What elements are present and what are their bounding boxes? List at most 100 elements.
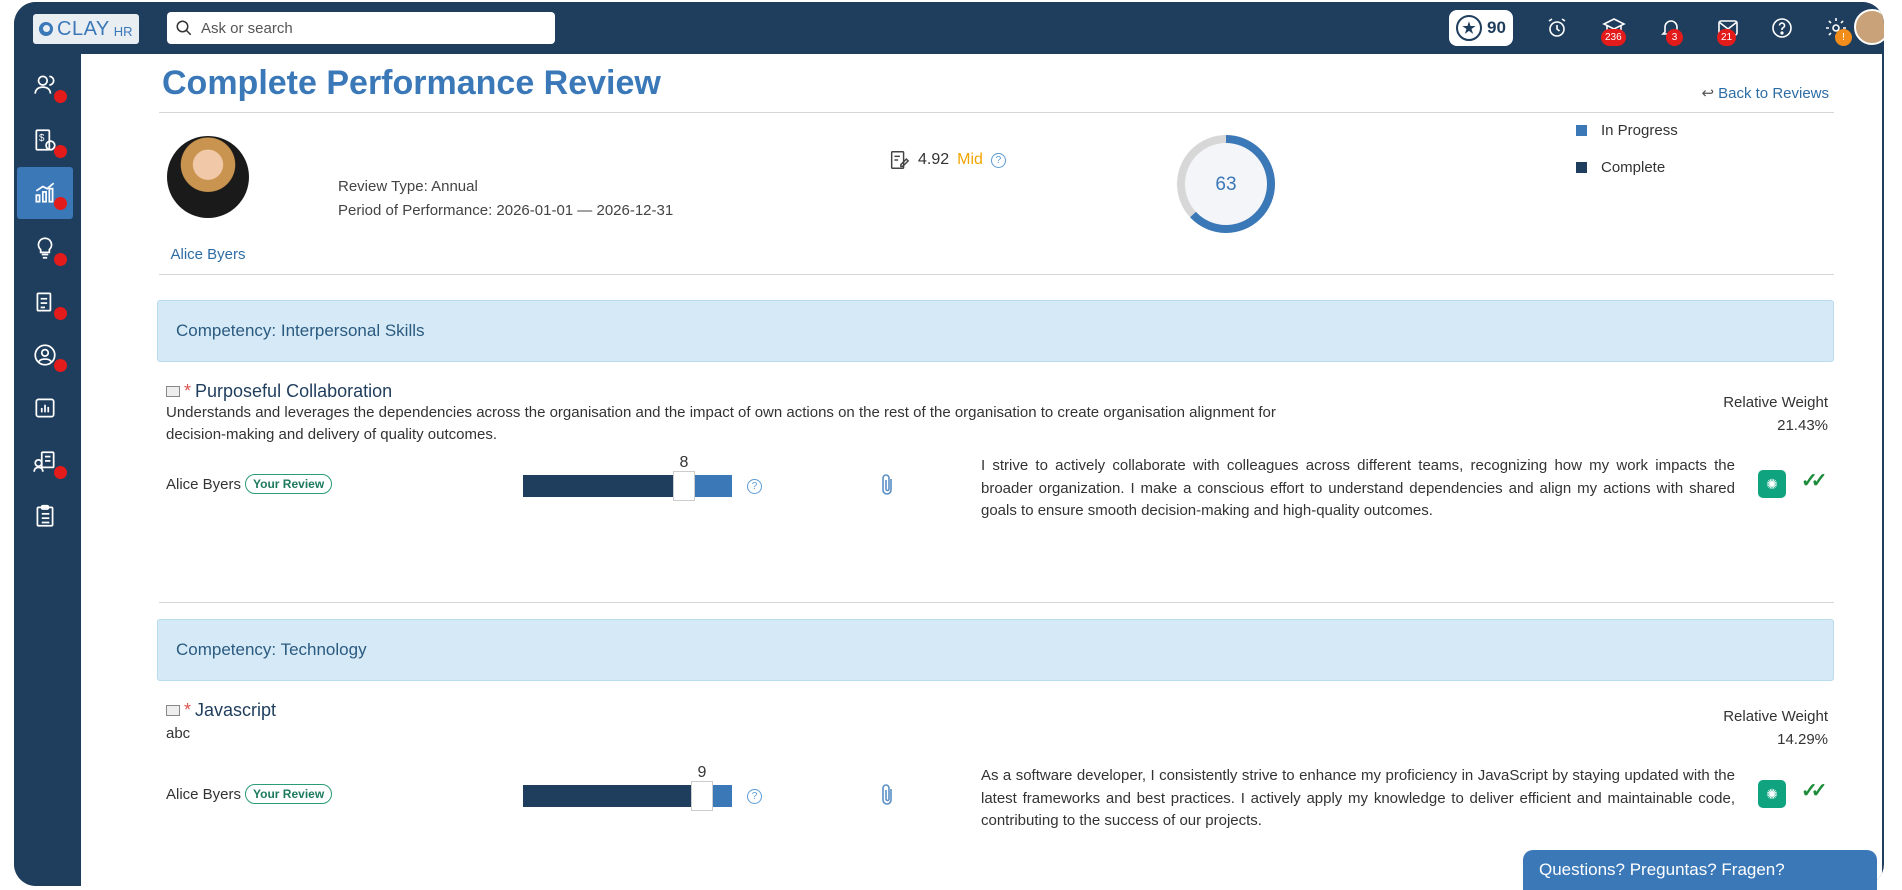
required-marker: *: [184, 381, 192, 401]
sidebar-dot: [54, 359, 67, 372]
logo-suffix: HR: [113, 23, 133, 39]
kpi-title: * Purposeful Collaboration: [166, 381, 392, 402]
relative-weight: Relative Weight 21.43%: [1723, 391, 1828, 437]
sidebar-dot: [54, 90, 67, 103]
checklist-icon[interactable]: [17, 490, 73, 542]
kpi-name: Purposeful Collaboration: [195, 381, 393, 401]
reviewer: Alice Byers Your Review: [166, 784, 333, 804]
divider: [159, 602, 1834, 603]
review-comment: As a software developer, I consistently …: [981, 767, 1735, 829]
slider-fill: [523, 475, 684, 497]
divider: [159, 112, 1834, 113]
back-arrow-icon: ↩: [1701, 85, 1715, 102]
kpi-name: Javascript: [195, 700, 277, 720]
slider-thumb[interactable]: [673, 471, 695, 501]
legend-complete-label: Complete: [1601, 159, 1666, 176]
top-bar: CLAY HR ★ 90 236 3 21: [14, 2, 1884, 54]
kpi-title: * Javascript: [166, 700, 276, 721]
review-type: Review Type: Annual: [338, 178, 478, 195]
legend-swatch: [1576, 125, 1587, 136]
ai-assist-icon[interactable]: ✺: [1758, 470, 1786, 498]
rating-slider[interactable]: [523, 781, 732, 811]
sidebar-dot: [54, 197, 67, 210]
edit-document-icon: [890, 151, 910, 169]
page-title: Complete Performance Review: [162, 64, 661, 102]
legend-in-progress: In Progress: [1576, 122, 1678, 139]
people-icon[interactable]: [17, 59, 73, 111]
help-icon[interactable]: [1768, 14, 1796, 42]
app-frame: CLAY HR ★ 90 236 3 21: [14, 2, 1884, 886]
reviewer-name: Alice Byers: [166, 475, 242, 493]
competency-header: Competency: Interpersonal Skills: [157, 300, 1834, 362]
settings-badge: !: [1835, 29, 1852, 46]
reports-icon[interactable]: [17, 382, 73, 434]
recruiting-icon[interactable]: [17, 436, 73, 488]
payroll-icon[interactable]: $: [17, 114, 73, 166]
user-avatar[interactable]: [1854, 9, 1884, 45]
star-icon: ★: [1456, 15, 1483, 41]
review-period: Period of Performance: 2026-01-01 — 2026…: [338, 202, 674, 219]
employee-photo: [167, 136, 249, 218]
sidebar: $: [14, 54, 81, 886]
double-check-icon: ✓✓: [1801, 780, 1827, 802]
slider-thumb[interactable]: [691, 781, 713, 811]
legend-complete: Complete: [1576, 159, 1665, 176]
required-marker: *: [184, 700, 192, 720]
relative-weight-label: Relative Weight: [1723, 708, 1828, 725]
sidebar-dot: [54, 307, 67, 320]
main-content: Complete Performance Review ↩ Back to Re…: [81, 54, 1882, 886]
your-review-tag: Your Review: [245, 784, 333, 804]
documents-icon[interactable]: [17, 276, 73, 328]
relative-weight-value: 21.43%: [1777, 417, 1828, 434]
score-level: Mid: [957, 151, 983, 168]
logo[interactable]: CLAY HR: [33, 14, 139, 44]
back-link-label: Back to Reviews: [1718, 84, 1829, 102]
search-icon: [176, 20, 192, 36]
help-chat-button[interactable]: Questions? Preguntas? Fragen?: [1523, 850, 1877, 890]
search-input[interactable]: [201, 19, 531, 37]
rating-value: 8: [679, 454, 689, 471]
attachment-icon[interactable]: [877, 782, 897, 808]
slider-fill: [523, 785, 702, 807]
logo-brand: CLAY: [57, 17, 110, 40]
kpi-description: abc: [166, 725, 191, 742]
logo-mark-icon: [39, 22, 53, 36]
help-icon[interactable]: ?: [747, 479, 762, 494]
back-to-reviews-link[interactable]: ↩ Back to Reviews: [1701, 84, 1829, 103]
divider: [159, 274, 1834, 275]
employee-name[interactable]: Alice Byers: [148, 246, 268, 263]
competency-header: Competency: Technology: [157, 619, 1834, 681]
relative-weight: Relative Weight 14.29%: [1723, 705, 1828, 751]
points-button[interactable]: ★ 90: [1449, 10, 1513, 46]
performance-chart-icon[interactable]: [17, 167, 73, 219]
legend-in-progress-label: In Progress: [1601, 122, 1678, 139]
learning-bulb-icon[interactable]: [17, 222, 73, 274]
relative-weight-value: 14.29%: [1777, 731, 1828, 748]
double-check-icon: ✓✓: [1801, 470, 1827, 492]
courses-badge: 236: [1601, 29, 1626, 46]
reviewer-name: Alice Byers: [166, 785, 242, 803]
progress-value: 63: [1215, 174, 1236, 195]
score-block: 4.92 Mid ?: [888, 149, 1006, 171]
kpi-card-icon: [166, 386, 180, 397]
score-value: 4.92: [918, 151, 950, 168]
kpi-card-icon: [166, 705, 180, 716]
relative-weight-label: Relative Weight: [1723, 394, 1828, 411]
rating-slider[interactable]: [523, 471, 732, 501]
reviewer: Alice Byers Your Review: [166, 474, 333, 494]
search-box[interactable]: [167, 12, 555, 44]
points-value: 90: [1487, 18, 1506, 37]
svg-text:$: $: [39, 133, 45, 144]
help-icon[interactable]: ?: [747, 789, 762, 804]
review-comment: I strive to actively collaborate with co…: [981, 457, 1735, 519]
profile-icon[interactable]: [17, 329, 73, 381]
ai-assist-icon[interactable]: ✺: [1758, 780, 1786, 808]
rating-value: 9: [697, 764, 707, 781]
progress-donut: 63: [1177, 135, 1275, 233]
sidebar-dot: [54, 466, 67, 479]
attachment-icon[interactable]: [877, 472, 897, 498]
alarm-icon[interactable]: [1543, 14, 1571, 42]
sidebar-dot: [54, 253, 67, 266]
help-icon[interactable]: ?: [990, 152, 1006, 168]
notifications-badge: 3: [1666, 29, 1683, 46]
